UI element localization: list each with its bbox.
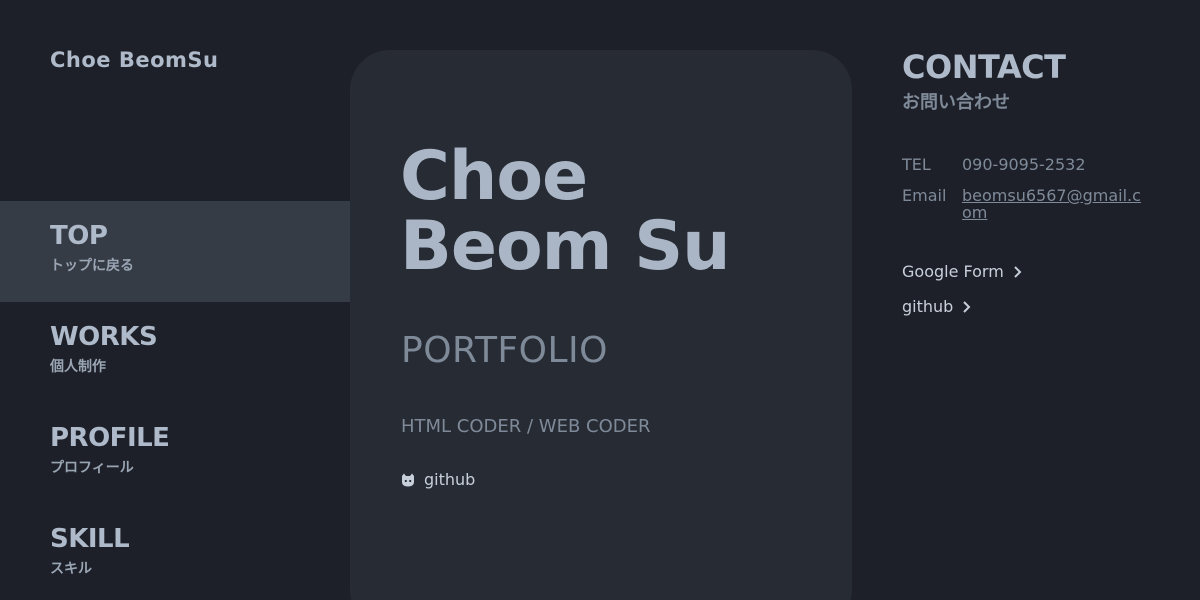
nav-item-subtitle: 個人制作 xyxy=(50,359,106,375)
nav-item-title: WORKS xyxy=(50,322,158,352)
page: Choe BeomSu TOP トップに戻る WORKS 個人制作 PROFIL… xyxy=(0,0,1200,600)
contact-panel: CONTACT お問い合わせ TEL 090-9095-2532 Email b… xyxy=(902,48,1162,316)
nav-item-subtitle: トップに戻る xyxy=(50,258,134,274)
nav-item-subtitle: スキル xyxy=(50,561,92,577)
email-label: Email xyxy=(902,186,947,205)
tel-row: TEL 090-9095-2532 xyxy=(902,156,1162,173)
google-form-label: Google Form xyxy=(902,262,1004,281)
email-row: Email beomsu6567@gmail.com xyxy=(902,187,1162,221)
nav-item-title: TOP xyxy=(50,221,108,251)
main-nav: TOP トップに戻る WORKS 個人制作 PROFILE プロフィール SKI… xyxy=(0,201,350,600)
nav-item-subtitle: プロフィール xyxy=(50,460,134,476)
nav-item-title: SKILL xyxy=(50,524,130,554)
contact-github-label: github xyxy=(902,297,954,316)
chevron-right-icon xyxy=(1014,265,1022,278)
hero-name: Choe Beom Su xyxy=(400,137,731,286)
contact-subtitle: お問い合わせ xyxy=(902,92,1010,113)
hero-name-line2: Beom Su xyxy=(400,207,731,286)
google-form-link[interactable]: Google Form xyxy=(902,262,1024,281)
nav-item-profile[interactable]: PROFILE プロフィール xyxy=(0,403,350,504)
tel-label: TEL xyxy=(902,155,931,174)
portfolio-heading: PORTFOLIO xyxy=(401,330,608,371)
contact-links: Google Form github xyxy=(902,262,1024,332)
contact-github-link[interactable]: github xyxy=(902,297,1024,316)
chevron-right-icon xyxy=(963,300,971,313)
hero-github-label: github xyxy=(424,470,476,489)
nav-item-top[interactable]: TOP トップに戻る xyxy=(0,201,350,302)
email-link[interactable]: beomsu6567@gmail.com xyxy=(962,187,1142,221)
tel-value: 090-9095-2532 xyxy=(962,155,1086,174)
contact-title: CONTACT xyxy=(902,48,1066,86)
nav-item-title: PROFILE xyxy=(50,423,170,453)
hero-name-line1: Choe xyxy=(400,137,588,216)
hero-card: Choe Beom Su PORTFOLIO HTML CODER / WEB … xyxy=(350,50,852,600)
github-icon xyxy=(402,473,414,486)
nav-item-works[interactable]: WORKS 個人制作 xyxy=(0,302,350,403)
hero-github-link[interactable]: github xyxy=(400,470,475,489)
contact-info: TEL 090-9095-2532 Email beomsu6567@gmail… xyxy=(902,156,1162,235)
site-brand[interactable]: Choe BeomSu xyxy=(50,48,218,72)
nav-item-skill[interactable]: SKILL スキル xyxy=(0,504,350,600)
role-text: HTML CODER / WEB CODER xyxy=(401,416,651,437)
